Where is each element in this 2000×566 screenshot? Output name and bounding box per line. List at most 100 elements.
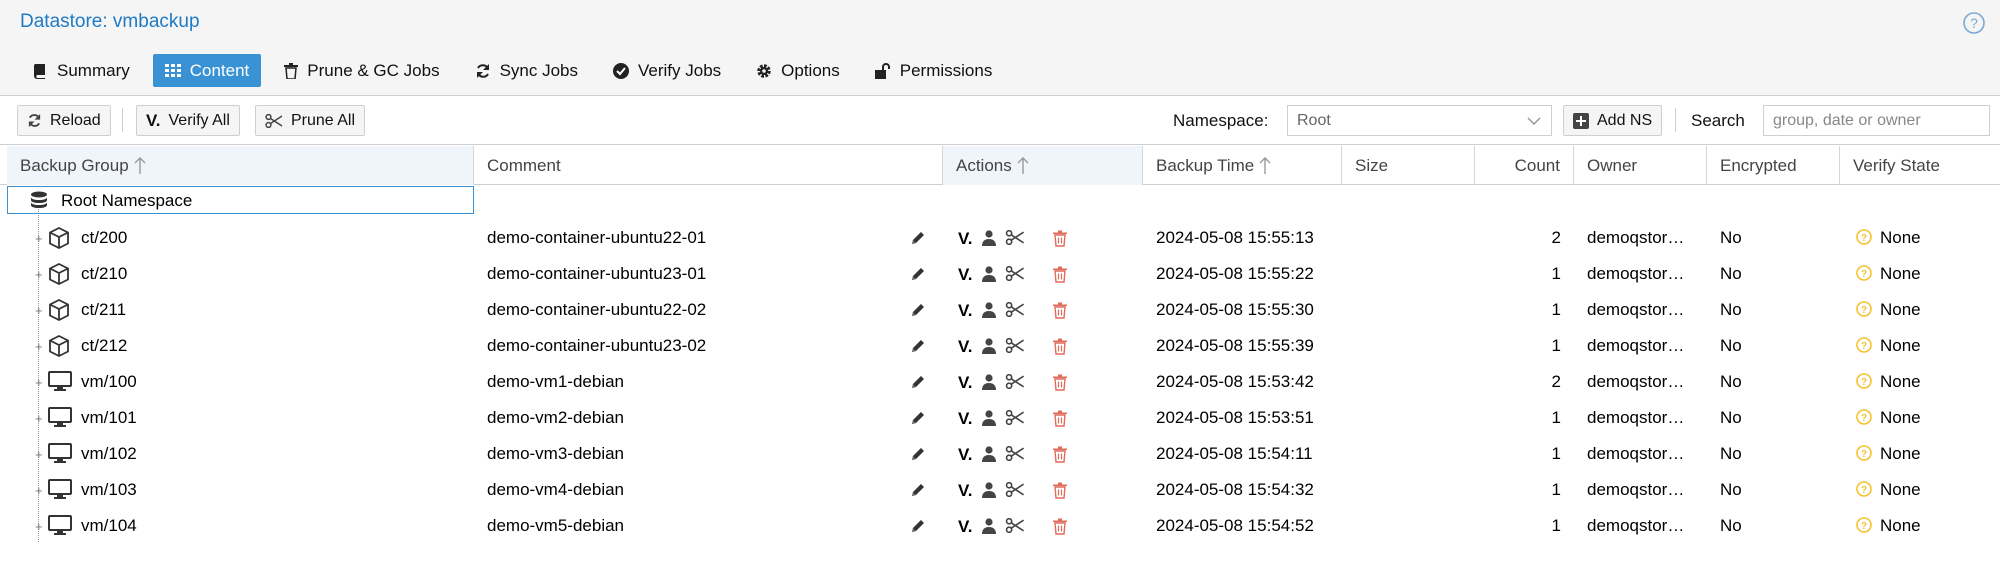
expand-icon[interactable]: + [35, 375, 43, 390]
count-cell: 1 [1551, 264, 1561, 283]
user-icon[interactable] [982, 338, 996, 354]
column-backup-group[interactable]: Backup Group [7, 146, 474, 185]
expand-icon[interactable]: + [35, 231, 43, 246]
verify-icon[interactable]: V. [958, 337, 973, 357]
scissors-icon[interactable] [1005, 518, 1025, 533]
user-icon[interactable] [982, 302, 996, 318]
user-icon[interactable] [982, 266, 996, 282]
edit-comment-icon[interactable] [910, 230, 926, 246]
scissors-icon[interactable] [1005, 230, 1025, 245]
backup-group-cell: ct/200 [81, 228, 128, 247]
verify-icon[interactable]: V. [958, 445, 973, 465]
user-icon[interactable] [982, 518, 996, 534]
owner-cell: demoqstor… [1587, 480, 1685, 499]
expand-icon[interactable]: + [35, 267, 43, 282]
prune-all-button[interactable]: Prune All [255, 105, 366, 136]
trash-icon[interactable] [1053, 518, 1067, 535]
user-icon[interactable] [982, 446, 996, 462]
edit-comment-icon[interactable] [910, 410, 926, 426]
column-count[interactable]: Count [1475, 146, 1574, 185]
expand-icon[interactable]: + [35, 339, 43, 354]
trash-icon[interactable] [1053, 446, 1067, 463]
edit-comment-icon[interactable] [910, 302, 926, 318]
column-owner[interactable]: Owner [1574, 146, 1707, 185]
table-row-vm-103[interactable]: + vm/103 demo-vm4-debian V. 2024-05-08 1… [0, 471, 2000, 507]
column-encrypted[interactable]: Encrypted [1707, 146, 1840, 185]
scissors-icon[interactable] [1005, 302, 1025, 317]
tree-node-root-namespace[interactable]: Root Namespace [7, 186, 474, 214]
expand-icon[interactable]: + [35, 411, 43, 426]
add-ns-button[interactable]: Add NS [1563, 105, 1663, 136]
tab-sync-jobs[interactable]: Sync Jobs [463, 54, 590, 87]
scissors-icon[interactable] [1005, 410, 1025, 425]
search-input[interactable] [1763, 105, 1990, 136]
backup-time-cell: 2024-05-08 15:54:52 [1156, 516, 1314, 535]
table-row-vm-102[interactable]: + vm/102 demo-vm3-debian V. 2024-05-08 1… [0, 435, 2000, 471]
user-icon[interactable] [982, 374, 996, 390]
column-label: Encrypted [1720, 155, 1797, 175]
count-cell: 1 [1551, 480, 1561, 499]
tab-verify-jobs[interactable]: Verify Jobs [601, 54, 733, 87]
namespace-select[interactable]: Root [1287, 105, 1552, 136]
edit-comment-icon[interactable] [910, 338, 926, 354]
table-row-vm-104[interactable]: + vm/104 demo-vm5-debian V. 2024-05-08 1… [0, 507, 2000, 543]
column-verify-state[interactable]: Verify State [1840, 146, 2000, 185]
scissors-icon[interactable] [1005, 266, 1025, 281]
tab-prune-gc-jobs[interactable]: Prune & GC Jobs [272, 54, 451, 87]
column-backup-time[interactable]: Backup Time [1143, 146, 1342, 185]
column-comment[interactable]: Comment [474, 146, 943, 185]
user-icon[interactable] [982, 410, 996, 426]
question-circle-icon[interactable]: ? [1962, 11, 1986, 35]
trash-icon[interactable] [1053, 338, 1067, 355]
edit-comment-icon[interactable] [910, 374, 926, 390]
column-size[interactable]: Size [1342, 146, 1475, 185]
tab-label: Verify Jobs [638, 60, 722, 80]
verify-icon[interactable]: V. [958, 229, 973, 249]
trash-icon[interactable] [1053, 482, 1067, 499]
trash-icon[interactable] [1053, 230, 1067, 247]
encrypted-cell: No [1720, 408, 1742, 427]
scissors-icon[interactable] [1005, 374, 1025, 389]
verify-icon[interactable]: V. [958, 301, 973, 321]
table-row-vm-101[interactable]: + vm/101 demo-vm2-debian V. 2024-05-08 1… [0, 399, 2000, 435]
edit-comment-icon[interactable] [910, 446, 926, 462]
table-row-ct-210[interactable]: + ct/210 demo-container-ubuntu23-01 V. 2… [0, 255, 2000, 291]
reload-button[interactable]: Reload [17, 105, 111, 136]
expand-icon[interactable]: + [35, 519, 43, 534]
scissors-icon[interactable] [1005, 446, 1025, 461]
verify-icon[interactable]: V. [958, 481, 973, 501]
trash-icon[interactable] [1053, 266, 1067, 283]
verify-icon[interactable]: V. [958, 373, 973, 393]
tab-permissions[interactable]: Permissions [863, 54, 1005, 87]
page-title: Datastore: vmbackup [20, 11, 200, 32]
tab-content[interactable]: Content [152, 54, 262, 87]
edit-comment-icon[interactable] [910, 482, 926, 498]
trash-icon[interactable] [1053, 410, 1067, 427]
verify-icon[interactable]: V. [958, 409, 973, 429]
expand-icon[interactable]: + [35, 447, 43, 462]
question-circle-icon: ? [1856, 229, 1872, 245]
column-actions[interactable]: Actions [943, 146, 1143, 185]
trash-icon[interactable] [1053, 302, 1067, 319]
svg-text:?: ? [1970, 15, 1978, 31]
expand-icon[interactable]: + [35, 483, 43, 498]
table-row-ct-211[interactable]: + ct/211 demo-container-ubuntu22-02 V. 2… [0, 291, 2000, 327]
user-icon[interactable] [982, 230, 996, 246]
table-row-ct-212[interactable]: + ct/212 demo-container-ubuntu23-02 V. 2… [0, 327, 2000, 363]
scissors-icon[interactable] [1005, 482, 1025, 497]
scissors-icon[interactable] [1005, 338, 1025, 353]
verify-icon[interactable]: V. [958, 265, 973, 285]
table-row-ct-200[interactable]: + ct/200 demo-container-ubuntu22-01 V. 2… [0, 219, 2000, 255]
verify-icon[interactable]: V. [958, 517, 973, 537]
tab-options[interactable]: Options [744, 54, 852, 87]
user-icon[interactable] [982, 482, 996, 498]
edit-comment-icon[interactable] [910, 518, 926, 534]
trash-icon[interactable] [1053, 374, 1067, 391]
expand-icon[interactable]: + [35, 303, 43, 318]
verify-all-button[interactable]: V. Verify All [136, 105, 240, 136]
tab-label: Summary [57, 60, 130, 80]
table-row-vm-100[interactable]: + vm/100 demo-vm1-debian V. 2024-05-08 1… [0, 363, 2000, 399]
question-circle-icon: ? [1856, 409, 1872, 425]
tab-summary[interactable]: Summary [20, 54, 142, 87]
edit-comment-icon[interactable] [910, 266, 926, 282]
